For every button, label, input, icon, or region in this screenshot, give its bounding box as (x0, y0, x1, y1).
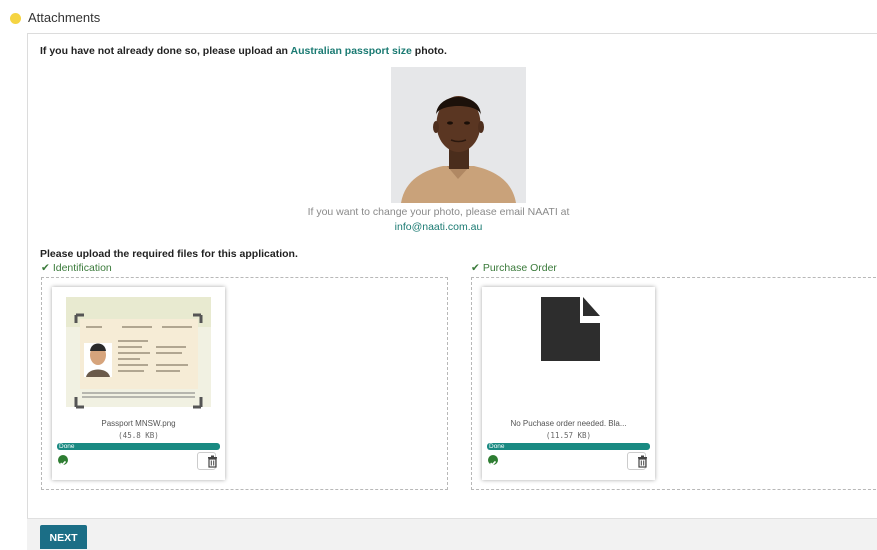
person-photo-icon (391, 67, 526, 203)
passport-size-link[interactable]: Australian passport size (291, 45, 412, 57)
success-check-icon (58, 455, 68, 466)
section-title: Attachments (28, 10, 101, 25)
delete-file-button[interactable] (197, 452, 217, 470)
footer-bar (27, 518, 877, 550)
identification-file-card: Passport MNSW.png (45.8 KB) Done (52, 287, 225, 480)
file-size: (11.57 KB) (545, 431, 592, 440)
files-title: Please upload the required files for thi… (40, 248, 298, 260)
file-name: Passport MNSW.png (101, 419, 176, 428)
identification-label: ✔ Identification (41, 262, 112, 274)
trash-icon (638, 455, 647, 468)
upload-status: Done (489, 443, 505, 450)
purchase-order-label: ✔ Purchase Order (471, 262, 557, 274)
upload-progress-bar: Done (57, 443, 220, 450)
photo-upload-instruction: If you have not already done so, please … (40, 45, 447, 57)
passport-thumbnail (62, 293, 215, 413)
passport-image-icon (66, 297, 211, 409)
file-name: No Puchase order needed. Bla... (510, 419, 627, 428)
naati-email-link[interactable]: info@naati.com.au (0, 221, 877, 233)
trash-icon (208, 455, 217, 468)
purchase-order-file-card: No Puchase order needed. Bla... (11.57 K… (482, 287, 655, 480)
success-check-icon (488, 455, 498, 466)
section-header[interactable]: Attachments (0, 0, 877, 34)
check-icon: ✔ (41, 262, 50, 274)
check-icon: ✔ (471, 262, 480, 274)
file-size: (45.8 KB) (118, 431, 159, 440)
upload-status: Done (59, 443, 75, 450)
upload-progress-bar: Done (487, 443, 650, 450)
document-icon (541, 297, 600, 361)
status-dot-icon (10, 13, 21, 24)
photo-change-note: If you want to change your photo, please… (307, 206, 570, 218)
delete-file-button[interactable] (627, 452, 647, 470)
next-button[interactable]: NEXT (40, 525, 87, 549)
profile-photo (391, 67, 526, 203)
document-thumbnail (492, 293, 645, 413)
